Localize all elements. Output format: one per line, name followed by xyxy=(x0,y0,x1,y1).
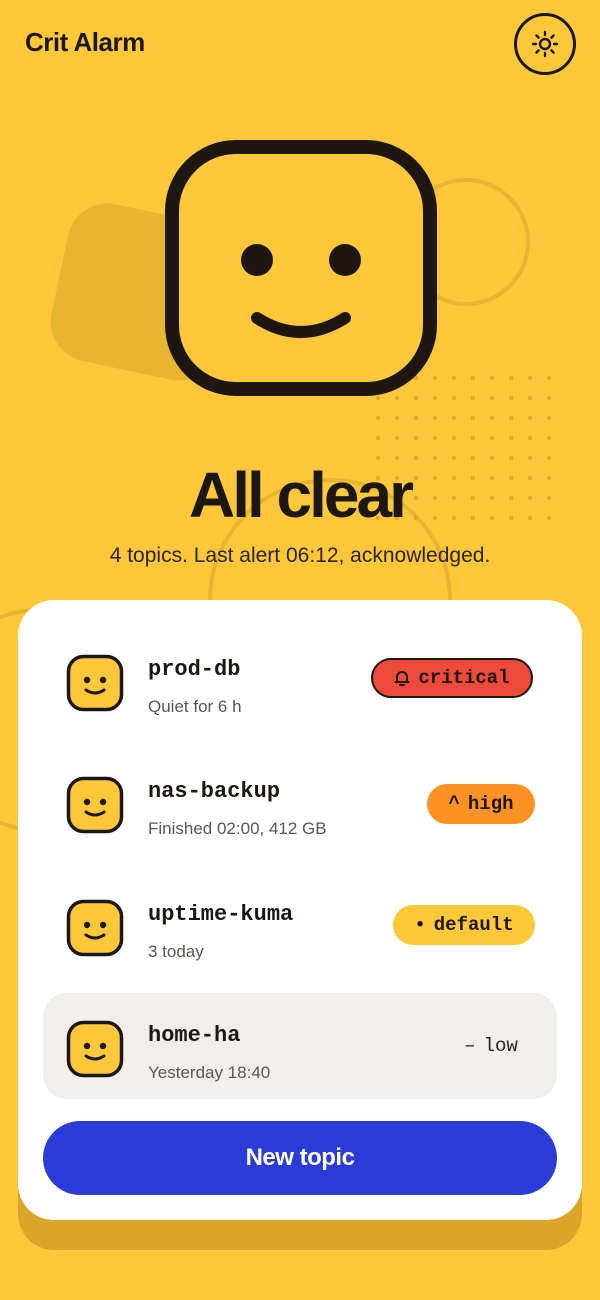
decor-dot xyxy=(451,395,457,401)
decor-dot xyxy=(394,435,400,441)
priority-badge-default[interactable]: • default xyxy=(393,905,535,945)
sun-icon xyxy=(531,30,559,58)
decor-dot xyxy=(527,395,533,401)
smiley-face-icon xyxy=(66,776,124,834)
priority-badge-high[interactable]: ^ high xyxy=(427,784,535,824)
priority-label: default xyxy=(433,914,514,936)
topic-row-nas-backup[interactable]: nas-backup Finished 02:00, 412 GB ^ high xyxy=(43,749,557,855)
decor-dot xyxy=(394,395,400,401)
decor-dot xyxy=(508,375,514,381)
decor-dot xyxy=(413,415,419,421)
decor-dot xyxy=(527,415,533,421)
decor-dot xyxy=(451,435,457,441)
smiley-face-icon xyxy=(66,1020,124,1078)
topic-name: uptime-kuma xyxy=(148,902,294,927)
topic-row-prod-db[interactable]: prod-db Quiet for 6 h critical xyxy=(43,627,557,733)
decor-dot xyxy=(489,415,495,421)
decor-dot xyxy=(413,435,419,441)
decor-dot xyxy=(508,435,514,441)
new-topic-button[interactable]: New topic xyxy=(43,1121,557,1195)
topic-status: Quiet for 6 h xyxy=(148,697,242,716)
status-headline: All clear xyxy=(188,459,414,531)
decor-dot xyxy=(546,435,552,441)
decor-dot xyxy=(546,395,552,401)
priority-badge-critical[interactable]: critical xyxy=(371,658,533,698)
decor-dot xyxy=(508,415,514,421)
decor-dot xyxy=(470,395,476,401)
priority-label: high xyxy=(467,793,514,815)
decor-dot xyxy=(489,435,495,441)
decor-dot xyxy=(375,395,381,401)
decor-dot xyxy=(489,395,495,401)
decor-dot xyxy=(546,415,552,421)
decor-dot xyxy=(394,415,400,421)
decor-dot xyxy=(489,375,495,381)
dot-icon: • xyxy=(414,914,426,936)
caret-up-icon: ^ xyxy=(448,793,460,815)
topic-row-home-ha[interactable]: home-ha Yesterday 18:40 – low xyxy=(43,993,557,1099)
app-header: Crit Alarm xyxy=(0,0,600,90)
decor-dot xyxy=(375,435,381,441)
decor-dot xyxy=(527,435,533,441)
decor-dot xyxy=(432,435,438,441)
decor-dot xyxy=(546,375,552,381)
decor-dot xyxy=(432,415,438,421)
topic-name: nas-backup xyxy=(148,779,281,804)
decor-dot xyxy=(451,415,457,421)
smiley-face-icon xyxy=(66,654,124,712)
decor-dot xyxy=(375,415,381,421)
decor-dot xyxy=(432,395,438,401)
decor-dot xyxy=(470,435,476,441)
app-title: Crit Alarm xyxy=(25,27,145,57)
decor-dot xyxy=(527,375,533,381)
topic-name: prod-db xyxy=(148,657,241,682)
priority-label: critical xyxy=(418,667,510,689)
status-subtitle: 4 topics. Last alert 06:12, acknowledged… xyxy=(109,544,491,567)
topic-row-uptime-kuma[interactable]: uptime-kuma 3 today • default xyxy=(43,872,557,978)
decor-dot xyxy=(470,375,476,381)
dash-icon: – xyxy=(464,1035,476,1057)
topic-status: Finished 02:00, 412 GB xyxy=(148,819,327,838)
smiley-face-icon xyxy=(66,899,124,957)
topic-name: home-ha xyxy=(148,1023,241,1048)
topic-status: Yesterday 18:40 xyxy=(148,1063,271,1082)
settings-button[interactable] xyxy=(514,13,576,75)
smiley-face-icon xyxy=(165,140,437,396)
topic-status: 3 today xyxy=(148,942,204,961)
bell-icon xyxy=(394,671,410,686)
decor-dot xyxy=(508,395,514,401)
decor-dot xyxy=(413,395,419,401)
decor-dot xyxy=(470,415,476,421)
decor-dot xyxy=(451,375,457,381)
priority-label: low xyxy=(483,1035,518,1057)
priority-badge-low[interactable]: – low xyxy=(447,1026,535,1066)
